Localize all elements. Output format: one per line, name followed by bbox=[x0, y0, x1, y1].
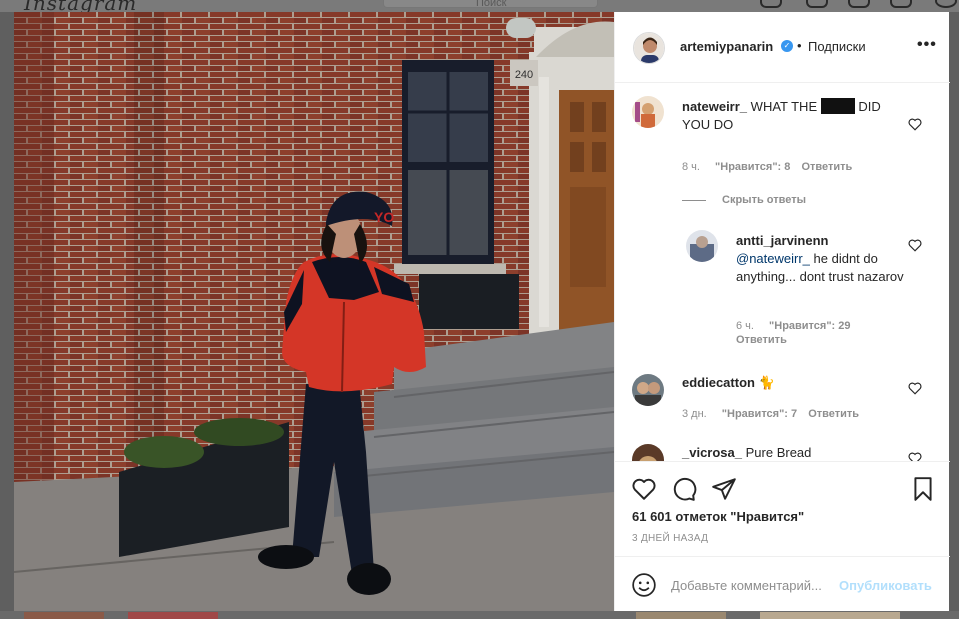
comment-meta: 3 дн. "Нравится": 7 Ответить bbox=[682, 408, 859, 420]
author-username[interactable]: artemiypanarin bbox=[680, 39, 773, 54]
comment-likes[interactable]: "Нравится": 29 bbox=[769, 320, 850, 332]
heart-icon[interactable] bbox=[908, 239, 922, 252]
add-comment-bar: Опубликовать bbox=[615, 556, 950, 611]
comments-list[interactable]: nateweirr_ WHAT THE DID YOU DO 8 ч. "Нра… bbox=[615, 84, 950, 461]
comment-body: WHAT THE bbox=[750, 99, 818, 114]
more-options-icon[interactable]: ••• bbox=[917, 36, 937, 54]
commenter-avatar[interactable] bbox=[632, 444, 664, 461]
grid-thumb[interactable] bbox=[760, 612, 900, 619]
grid-thumb[interactable] bbox=[128, 612, 218, 619]
comment-body: Pure Bread bbox=[745, 445, 812, 460]
comment-username[interactable]: antti_jarvinenn bbox=[736, 232, 906, 250]
grid-thumb[interactable] bbox=[636, 612, 726, 619]
separator-dot: • bbox=[797, 38, 802, 53]
publish-button[interactable]: Опубликовать bbox=[839, 578, 932, 593]
likes-count[interactable]: 61 601 отметок "Нравится" bbox=[632, 509, 804, 524]
explore-icon[interactable] bbox=[848, 0, 870, 8]
comment-text: nateweirr_ WHAT THE DID YOU DO bbox=[682, 98, 897, 134]
comment-time[interactable]: 8 ч. bbox=[682, 161, 700, 173]
replies-divider bbox=[682, 200, 706, 201]
comment-icon[interactable] bbox=[671, 476, 697, 502]
comment-time[interactable]: 3 дн. bbox=[682, 408, 707, 420]
cat-emoji: 🐈 bbox=[758, 375, 775, 390]
posted-time[interactable]: 3 ДНЕЙ НАЗАД bbox=[632, 533, 708, 544]
following-button[interactable]: Подписки bbox=[808, 39, 866, 54]
comment-meta: 6 ч. "Нравится": 29 Ответить bbox=[736, 319, 851, 347]
commenter-avatar[interactable] bbox=[632, 96, 664, 128]
post-photo[interactable]: 240 YO bbox=[14, 12, 614, 611]
verified-icon: ✓ bbox=[781, 40, 793, 52]
heart-icon[interactable] bbox=[908, 382, 922, 395]
reply-button[interactable]: Ответить bbox=[736, 334, 787, 346]
emoji-icon[interactable] bbox=[631, 572, 657, 598]
comment-likes[interactable]: "Нравится": 7 bbox=[722, 408, 797, 420]
mention-link[interactable]: @nateweirr_ bbox=[736, 251, 810, 266]
comment-username[interactable]: eddiecatton bbox=[682, 375, 755, 390]
post-side-panel: artemiypanarin ✓ • Подписки ••• nateweir… bbox=[614, 12, 950, 611]
backdrop-header: Instagram Поиск bbox=[0, 0, 959, 15]
home-icon[interactable] bbox=[760, 0, 782, 8]
comment-likes[interactable]: "Нравится": 8 bbox=[715, 161, 790, 173]
share-icon[interactable] bbox=[711, 476, 737, 502]
comment-meta: 8 ч. "Нравится": 8 Ответить bbox=[682, 161, 852, 173]
activity-icon[interactable] bbox=[890, 0, 912, 8]
comment-text: eddiecatton 🐈 bbox=[682, 374, 897, 392]
comment-time[interactable]: 6 ч. bbox=[736, 320, 754, 332]
reply-button[interactable]: Ответить bbox=[808, 408, 859, 420]
bookmark-icon[interactable] bbox=[910, 476, 936, 502]
grid-thumb[interactable] bbox=[24, 612, 104, 619]
author-avatar[interactable] bbox=[633, 32, 665, 64]
comment-text: _vicrosa_ Pure Bread bbox=[682, 444, 897, 461]
commenter-avatar[interactable] bbox=[686, 230, 718, 262]
heart-icon[interactable] bbox=[908, 118, 922, 131]
search-placeholder: Поиск bbox=[476, 0, 507, 9]
direct-icon[interactable] bbox=[806, 0, 828, 8]
redaction-block bbox=[820, 98, 855, 114]
commenter-avatar[interactable] bbox=[632, 374, 664, 406]
comment-username[interactable]: _vicrosa_ bbox=[682, 445, 742, 460]
comment-text: antti_jarvinenn @nateweirr_ he didnt do … bbox=[736, 232, 906, 286]
like-heart-icon[interactable] bbox=[631, 476, 657, 502]
post-header: artemiypanarin ✓ • Подписки ••• bbox=[615, 12, 950, 83]
comment-username[interactable]: nateweirr_ bbox=[682, 99, 747, 114]
search-input[interactable]: Поиск bbox=[383, 0, 598, 9]
reply-button[interactable]: Ответить bbox=[801, 161, 852, 173]
profile-icon[interactable] bbox=[935, 0, 957, 8]
comment-input[interactable] bbox=[671, 573, 836, 597]
heart-icon[interactable] bbox=[908, 452, 922, 461]
hide-replies-button[interactable]: Скрыть ответы bbox=[722, 194, 806, 206]
